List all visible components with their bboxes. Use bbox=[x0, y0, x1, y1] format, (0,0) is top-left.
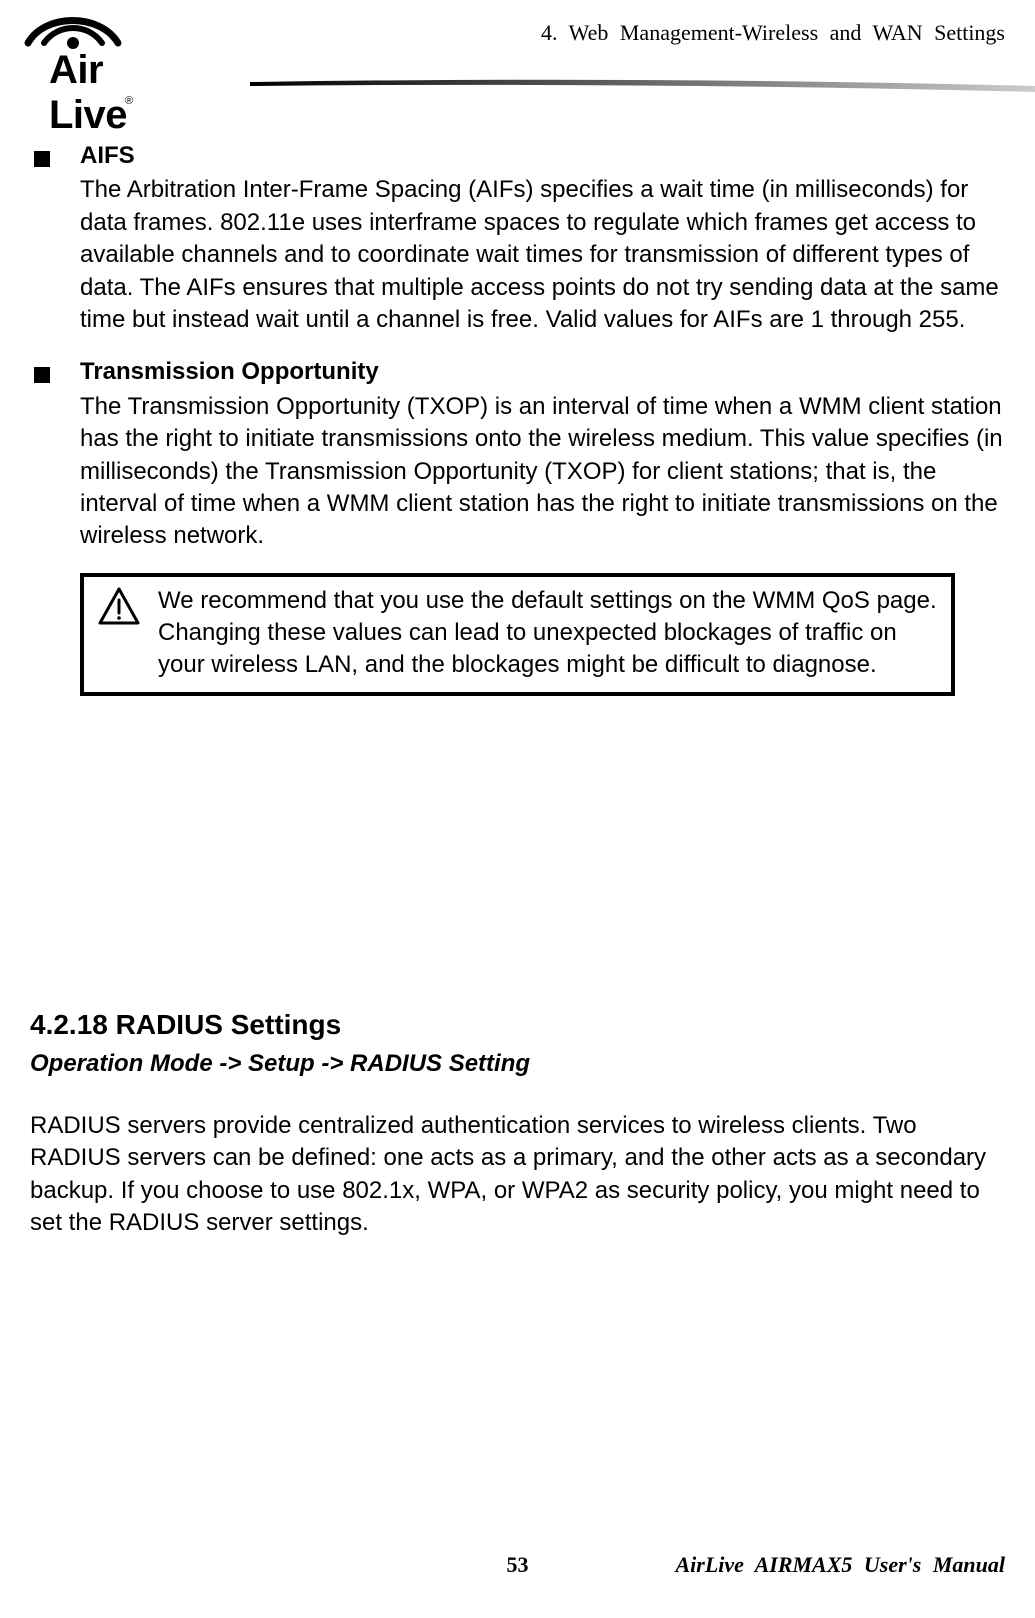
breadcrumb: Operation Mode -> Setup -> RADIUS Settin… bbox=[30, 1048, 1005, 1080]
page-number: 53 bbox=[507, 1552, 529, 1578]
page-content: AIFS The Arbitration Inter-Frame Spacing… bbox=[0, 110, 1035, 1240]
warning-text: We recommend that you use the default se… bbox=[158, 585, 937, 682]
bullet-item-txop: Transmission Opportunity The Transmissio… bbox=[30, 356, 1005, 552]
bullet-item-aifs: AIFS The Arbitration Inter-Frame Spacing… bbox=[30, 140, 1005, 336]
logo-text: Air Live® bbox=[49, 48, 135, 138]
warning-icon bbox=[98, 585, 158, 682]
logo: Air Live® bbox=[20, 5, 125, 55]
warning-note: We recommend that you use the default se… bbox=[80, 573, 955, 696]
page-header: Air Live® 4. Web Management-Wireless and… bbox=[0, 0, 1035, 110]
page-footer: 53 AirLive AIRMAX5 User's Manual bbox=[0, 1552, 1035, 1578]
bullet-body-text: The Transmission Opportunity (TXOP) is a… bbox=[80, 391, 1005, 553]
manual-title: AirLive AIRMAX5 User's Manual bbox=[675, 1552, 1005, 1578]
chapter-title: 4. Web Management-Wireless and WAN Setti… bbox=[541, 20, 1005, 46]
bullet-marker-icon bbox=[30, 140, 80, 336]
header-divider bbox=[250, 78, 1035, 98]
section-paragraph: RADIUS servers provide centralized authe… bbox=[30, 1110, 1005, 1240]
section-heading: 4.2.18 RADIUS Settings bbox=[30, 1006, 1005, 1044]
bullet-body-text: The Arbitration Inter-Frame Spacing (AIF… bbox=[80, 174, 1005, 336]
bullet-title: Transmission Opportunity bbox=[80, 356, 1005, 388]
bullet-title: AIFS bbox=[80, 140, 1005, 172]
bullet-marker-icon bbox=[30, 356, 80, 552]
